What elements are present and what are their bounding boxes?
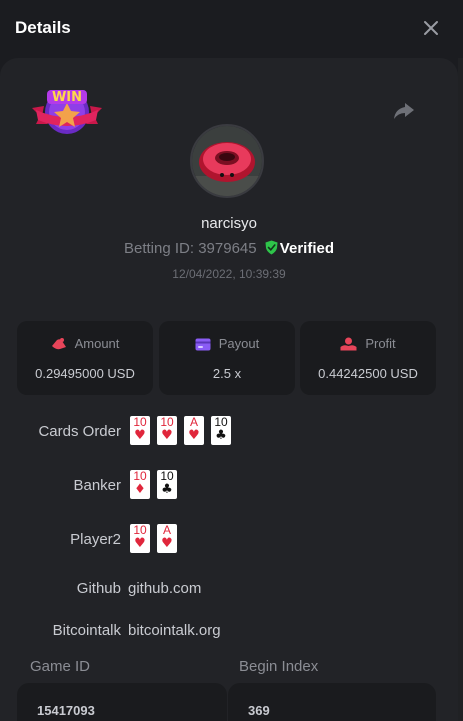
modal-title: Details	[15, 18, 71, 37]
details-modal: Details WIN narcisyo Betting ID: 3979645…	[0, 0, 463, 721]
begin-index-field[interactable]: 369	[228, 683, 436, 721]
profit-value: 0.44242500 USD	[318, 366, 418, 381]
username: narcisyo	[201, 215, 257, 232]
amount-card: Amount 0.29495000 USD	[17, 321, 153, 395]
payout-card: Payout 2.5 x	[159, 321, 295, 395]
begin-index-value: 369	[248, 703, 270, 718]
close-button[interactable]	[421, 18, 441, 38]
betting-id-value: 3979645	[198, 240, 257, 257]
card-suit: ♥	[134, 536, 146, 551]
banker-hand: 10 ♦ 10 ♣	[130, 470, 177, 499]
card-suit: ♥	[188, 428, 200, 443]
share-button[interactable]	[392, 100, 416, 122]
profit-icon	[340, 337, 357, 351]
modal-header: Details	[0, 0, 463, 58]
game-id-value: 15417093	[37, 703, 95, 718]
playing-card: 10 ♥	[130, 416, 150, 445]
game-id-label: Game ID	[30, 658, 91, 675]
card-suit: ♣	[215, 428, 227, 443]
player2-hand: 10 ♥ A ♥	[130, 524, 177, 553]
playing-card: 10 ♥	[157, 416, 177, 445]
github-label: Github	[76, 580, 121, 597]
profit-label: Profit	[365, 336, 396, 351]
card-suit: ♣	[161, 482, 173, 497]
bitcointalk-link[interactable]: bitcointalk.org	[128, 622, 221, 639]
card-suit: ♥	[161, 428, 173, 443]
profit-card: Profit 0.44242500 USD	[300, 321, 436, 395]
scrollbar-track[interactable]	[458, 58, 463, 721]
player2-label: Player2	[70, 531, 121, 548]
amount-label: Amount	[74, 336, 120, 351]
bet-timestamp: 12/04/2022, 10:39:39	[172, 267, 286, 281]
amount-icon	[51, 338, 66, 350]
avatar	[190, 124, 264, 198]
betting-id-label: Betting ID:	[124, 240, 195, 257]
win-badge-text: WIN	[51, 90, 83, 105]
github-link[interactable]: github.com	[128, 580, 201, 597]
begin-index-label: Begin Index	[239, 658, 319, 675]
share-icon	[394, 103, 414, 119]
verified-shield-icon	[265, 240, 278, 255]
payout-label: Payout	[218, 336, 260, 351]
playing-card: 10 ♣	[211, 416, 231, 445]
bitcointalk-label: Bitcointalk	[52, 622, 121, 639]
win-badge: WIN	[30, 86, 104, 138]
card-suit: ♥	[134, 428, 146, 443]
close-icon	[424, 21, 438, 35]
cards-order-hand: 10 ♥ 10 ♥ A ♥ 10 ♣	[130, 416, 231, 445]
betting-id-line: Betting ID: 3979645 Verified	[0, 240, 458, 257]
playing-card: 10 ♦	[130, 470, 150, 499]
wallet-icon	[195, 338, 211, 351]
amount-value: 0.29495000 USD	[35, 366, 135, 381]
card-suit: ♥	[161, 536, 173, 551]
game-id-field[interactable]: 15417093	[17, 683, 227, 721]
cards-order-label: Cards Order	[38, 423, 121, 440]
banker-label: Banker	[73, 477, 121, 494]
payout-value: 2.5 x	[212, 366, 242, 381]
card-suit: ♦	[134, 482, 146, 497]
verified-label: Verified	[279, 240, 334, 257]
playing-card: 10 ♥	[130, 524, 150, 553]
playing-card: A ♥	[157, 524, 177, 553]
playing-card: A ♥	[184, 416, 204, 445]
playing-card: 10 ♣	[157, 470, 177, 499]
